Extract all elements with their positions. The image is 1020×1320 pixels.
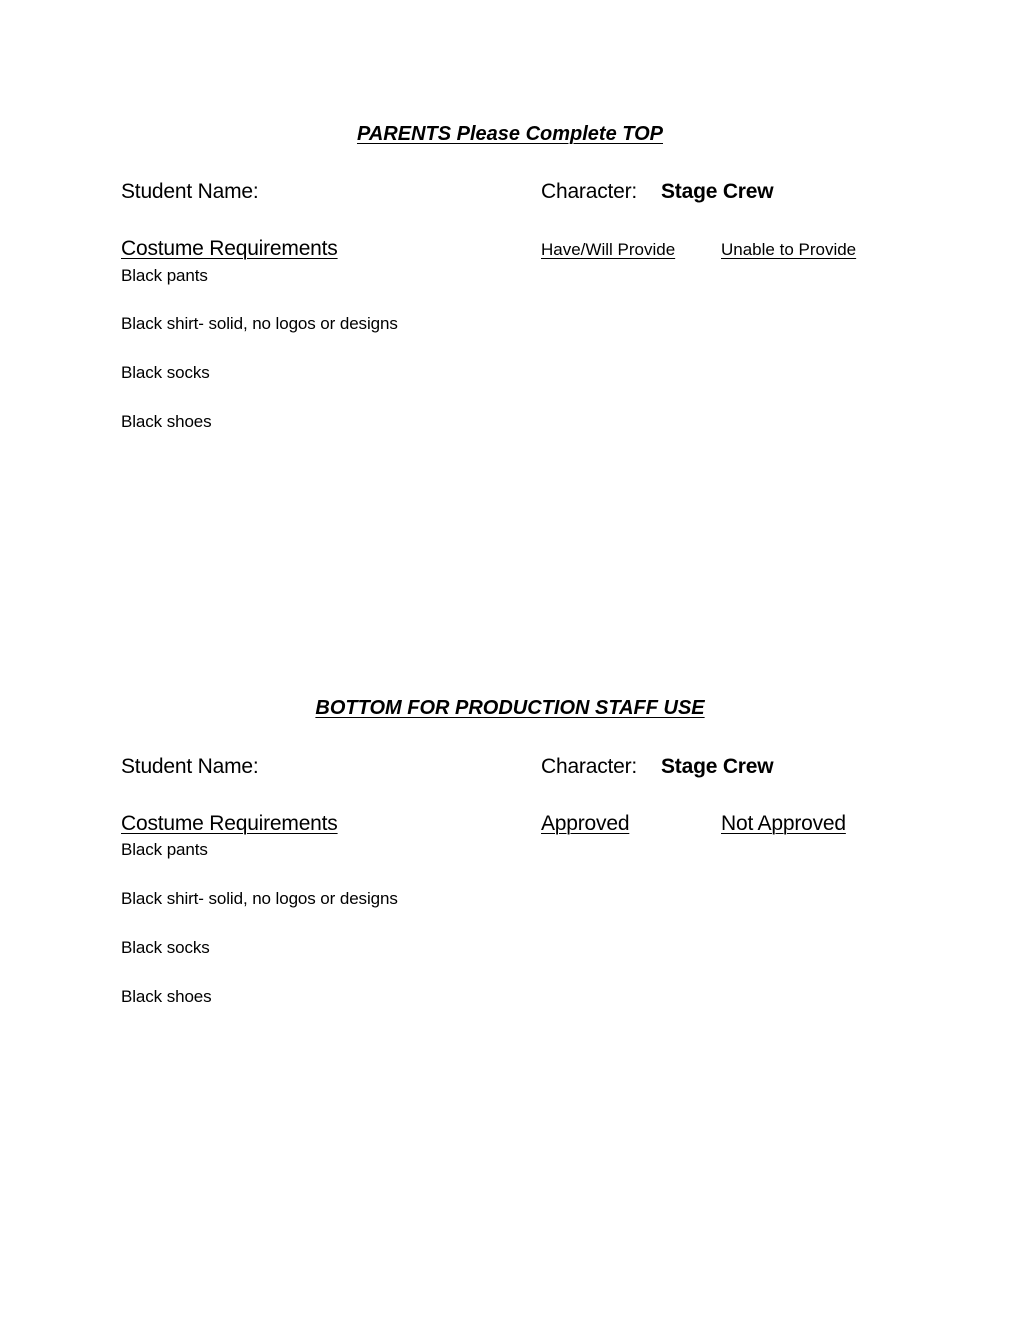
costume-item: Black shoes <box>121 987 212 1006</box>
costume-item: Black pants <box>121 840 208 859</box>
student-name-label: Student Name: <box>121 755 259 778</box>
not-approved-column: Not Approved <box>721 812 846 835</box>
costume-requirements-header: Costume Requirements <box>121 237 338 260</box>
student-name-label: Student Name: <box>121 180 259 203</box>
character-label: Character: <box>541 755 638 778</box>
have-will-provide-column: Have/Will Provide <box>541 240 676 259</box>
bottom-section-title: BOTTOM FOR PRODUCTION STAFF USE <box>315 697 705 719</box>
approved-column: Approved <box>541 812 630 835</box>
costume-item: Black socks <box>121 363 210 382</box>
costume-item: Black shirt- solid, no logos or designs <box>121 889 398 908</box>
costume-requirements-header: Costume Requirements <box>121 812 338 835</box>
costume-item: Black shirt- solid, no logos or designs <box>121 314 398 333</box>
character-value: Stage Crew <box>661 755 774 778</box>
costume-item: Black pants <box>121 266 208 285</box>
top-section-title: PARENTS Please Complete TOP <box>356 123 663 145</box>
character-label: Character: <box>541 180 638 203</box>
character-value: Stage Crew <box>661 180 774 203</box>
costume-item: Black socks <box>121 938 210 957</box>
unable-to-provide-column: Unable to Provide <box>721 240 857 259</box>
costume-item: Black shoes <box>121 412 212 431</box>
